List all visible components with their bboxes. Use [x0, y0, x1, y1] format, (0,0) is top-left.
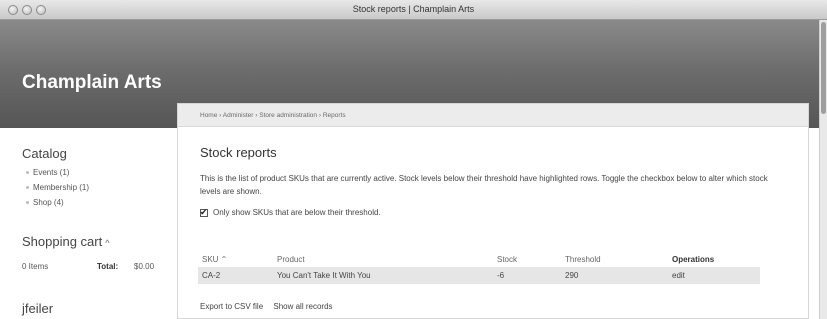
table-header-row: SKU ⌃ Product Stock Threshold Operations: [198, 251, 760, 267]
threshold-column-header[interactable]: Threshold: [561, 251, 668, 267]
edit-link[interactable]: edit: [668, 267, 760, 284]
shopping-cart-label: Shopping cart: [22, 234, 103, 249]
catalog-item-events[interactable]: Events (1): [26, 168, 69, 177]
product-column-header[interactable]: Product: [273, 251, 493, 267]
operations-column-header: Operations: [672, 254, 715, 264]
catalog-item-label: Shop (4): [33, 198, 64, 207]
vertical-scrollbar[interactable]: [819, 20, 827, 319]
filter-label: Only show SKUs that are below their thre…: [213, 208, 381, 217]
cart-total-value: $0.00: [134, 262, 155, 271]
stock-column-header[interactable]: Stock: [493, 251, 561, 267]
scrollbar-thumb[interactable]: [821, 22, 826, 114]
page-title: Stock reports: [200, 145, 277, 160]
below-threshold-filter[interactable]: Only show SKUs that are below their thre…: [200, 207, 381, 218]
shopping-cart-title[interactable]: Shopping cart ^: [22, 234, 109, 249]
threshold-cell: 290: [561, 267, 668, 284]
cart-total-label: Total:: [97, 262, 119, 271]
sku-cell: CA-2: [198, 267, 273, 284]
stock-table: SKU ⌃ Product Stock Threshold Operations…: [198, 251, 760, 284]
export-csv-link[interactable]: Export to CSV file: [200, 302, 263, 311]
catalog-item-membership[interactable]: Membership (1): [26, 183, 89, 192]
caret-up-icon[interactable]: ^: [105, 238, 109, 248]
bullet-icon: [26, 171, 29, 175]
catalog-title: Catalog: [22, 146, 67, 161]
bullet-icon: [26, 186, 29, 190]
table-row: CA-2 You Can't Take It With You -6 290 e…: [198, 267, 760, 284]
breadcrumb-bar: Home › Administer › Store administration…: [178, 104, 808, 127]
window-titlebar: Stock reports | Champlain Arts: [0, 0, 827, 20]
report-links: Export to CSV file Show all records: [200, 302, 341, 311]
user-block-title: jfeiler: [22, 301, 54, 316]
stock-cell: -6: [493, 267, 561, 284]
site-name[interactable]: Champlain Arts: [22, 72, 162, 94]
catalog-item-label: Membership (1): [33, 183, 90, 192]
page-description: This is the list of product SKUs that ar…: [200, 174, 768, 196]
show-all-records-link[interactable]: Show all records: [273, 302, 332, 311]
catalog-item-label: Events (1): [33, 168, 70, 177]
cart-item-count: 0 Items: [22, 262, 49, 271]
window-title: Stock reports | Champlain Arts: [352, 4, 475, 14]
bullet-icon: [26, 201, 29, 205]
catalog-item-shop[interactable]: Shop (4): [26, 198, 64, 207]
main-content: Home › Administer › Store administration…: [177, 103, 809, 319]
below-threshold-checkbox[interactable]: [200, 207, 208, 218]
sku-column-header[interactable]: SKU ⌃: [198, 251, 273, 267]
sidebar: Catalog Events (1) Membership (1) Shop (…: [0, 128, 177, 319]
product-cell: You Can't Take It With You: [273, 267, 493, 284]
breadcrumb[interactable]: Home › Administer › Store administration…: [200, 112, 346, 119]
